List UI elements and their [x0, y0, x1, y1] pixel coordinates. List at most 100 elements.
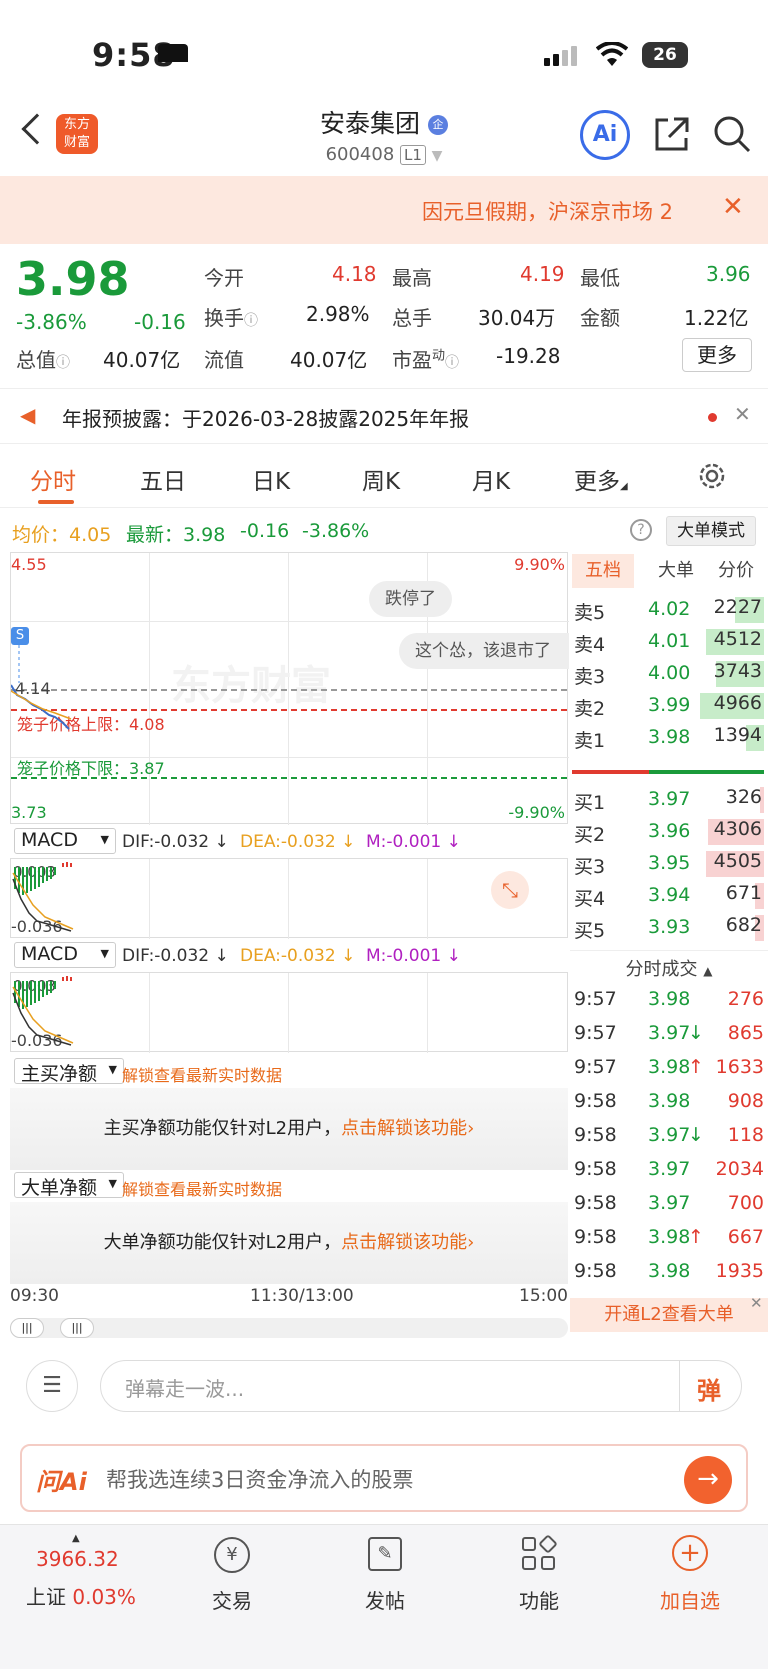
intraday-chart[interactable]: 东方财富 4.55 9.90% 3.73 -9.90% 4.14 笼子价格上限：… [10, 552, 569, 825]
index-value[interactable]: 3966.32 [36, 1547, 119, 1571]
announcement-bar[interactable]: ◀ 年报预披露：于2026-03-28披露2025年年报 ✕ [0, 388, 768, 444]
high-value: 4.19 [520, 262, 565, 286]
buy-price: 3.95 [648, 852, 691, 874]
index-name[interactable]: 上证 0.03% [26, 1581, 136, 1610]
trade-row: 9:57 3.97 ↓ 865 [570, 1018, 764, 1052]
trade-time: 9:58 [574, 1158, 617, 1180]
trade-price: 3.98 [648, 1090, 691, 1112]
nav-post[interactable]: 发帖 [335, 1585, 435, 1614]
danmu-bubble: 跌停了 [369, 581, 452, 617]
tab-more[interactable]: 更多◢ [574, 462, 628, 496]
fcap-value: 40.07亿 [290, 348, 368, 372]
y-bottom-label: 3.73 [11, 803, 47, 822]
buy-row[interactable]: 买3 3.95 4505 [570, 848, 764, 880]
nav-trade[interactable]: 交易 [182, 1585, 282, 1614]
add-icon: + [672, 1535, 708, 1571]
sell-level-label: 卖3 [574, 666, 606, 688]
side-tab-big[interactable]: 大单 [646, 554, 706, 588]
big-order-mode-button[interactable]: 大单模式 [666, 516, 756, 546]
pe-value: -19.28 [496, 344, 561, 368]
share-icon[interactable] [652, 114, 692, 154]
buy-volume: 682 [725, 914, 762, 936]
unlock-link[interactable]: 点击解锁该功能 [341, 1232, 467, 1253]
trade-price: 3.97 [648, 1022, 691, 1044]
more-button[interactable]: 更多 [682, 338, 752, 372]
indicator-select[interactable]: 大单净额 ▼ [14, 1172, 124, 1199]
nav-add-watchlist[interactable]: 加自选 [640, 1585, 740, 1614]
trade-row: 9:57 3.98 ↑ 1633 [570, 1052, 764, 1086]
nav-function[interactable]: 功能 [489, 1585, 589, 1614]
help-icon[interactable]: ? [630, 519, 652, 541]
sell-row[interactable]: 卖5 4.02 2227 [570, 594, 764, 626]
indicator-select[interactable]: MACD ▼ [14, 828, 116, 854]
close-icon[interactable]: ✕ [750, 1294, 763, 1312]
pct-line: -3.86% [302, 520, 370, 542]
sell-volume: 2227 [713, 596, 762, 618]
l2-banner[interactable]: 开通L2查看大单 [570, 1298, 768, 1332]
chart-scrollbar[interactable]: ||| ||| [10, 1318, 568, 1338]
tab-daily-k[interactable]: 日K [252, 462, 290, 496]
speaker-icon: ◀ [20, 403, 36, 427]
trade-direction: ↑ [688, 1226, 704, 1248]
unlock-hint[interactable]: 解锁查看最新实时数据 [122, 1176, 282, 1200]
buy-row[interactable]: 买4 3.94 671 [570, 880, 764, 912]
danmu-input[interactable]: 弹幕走一波... 弹 [100, 1360, 742, 1412]
battery-icon: 26 [642, 42, 688, 68]
unlock-hint[interactable]: 解锁查看最新实时数据 [122, 1062, 282, 1086]
tab-intraday[interactable]: 分时 [30, 462, 76, 496]
amt-value: 1.22亿 [684, 306, 749, 330]
sell-row[interactable]: 卖1 3.98 1394 [570, 722, 764, 754]
close-icon[interactable]: ✕ [722, 192, 744, 222]
danmu-placeholder: 弹幕走一波... [125, 1377, 245, 1401]
indicator-select[interactable]: 主买净额 ▼ [14, 1058, 124, 1085]
sell-row[interactable]: 卖2 3.99 4966 [570, 690, 764, 722]
trades-title[interactable]: 分时成交 ▲ [570, 950, 768, 981]
buy-row[interactable]: 买5 3.93 682 [570, 912, 764, 944]
y-top-pct: 9.90% [514, 555, 565, 574]
scroll-handle-left[interactable]: ||| [10, 1318, 44, 1338]
danmu-toggle-button[interactable]: 弹 [697, 1371, 721, 1406]
gear-icon[interactable] [696, 460, 728, 492]
ai-logo: 问Ai [36, 1468, 87, 1496]
x-label-open: 09:30 [10, 1286, 59, 1306]
side-tab-level5[interactable]: 五档 [572, 554, 634, 588]
arrow-right-icon[interactable]: → [684, 1456, 732, 1504]
unlock-link[interactable]: 点击解锁该功能 [341, 1118, 467, 1139]
tab-monthly-k[interactable]: 月K [472, 462, 510, 496]
chevron-right-icon: › [467, 1232, 475, 1253]
watermark: 东方财富 [171, 663, 331, 709]
open-label: 今开 [204, 266, 244, 290]
grid-line [427, 973, 428, 1053]
macd-chart[interactable]: 0.003 -0.036 ⤡ [10, 858, 568, 939]
post-icon: ✎ [368, 1537, 402, 1571]
buy-price: 3.96 [648, 820, 691, 842]
scroll-handle-right[interactable]: ||| [60, 1318, 94, 1338]
expand-icon[interactable]: ⤡ [491, 871, 529, 909]
sell-level-label: 卖4 [574, 634, 606, 656]
holiday-notice[interactable]: 因元旦假期，沪深京市场 2 ✕ [0, 176, 768, 244]
buy-row[interactable]: 买2 3.96 4306 [570, 816, 764, 848]
mcap-value: 40.07亿 [103, 348, 181, 372]
x-label-mid: 11:30/13:00 [250, 1286, 354, 1306]
chart-tabs: 分时 五日 日K 周K 月K 更多◢ [0, 448, 768, 508]
search-icon[interactable] [712, 114, 752, 154]
sell-row[interactable]: 卖4 4.01 4512 [570, 626, 764, 658]
main-buy-locked-panel: 主买净额功能仅针对L2用户，点击解锁该功能› [10, 1088, 568, 1170]
macd-histogram [12, 862, 74, 932]
trade-price: 3.98 [648, 988, 691, 1010]
tab-weekly-k[interactable]: 周K [362, 462, 400, 496]
sell-row[interactable]: 卖3 4.00 3743 [570, 658, 764, 690]
big-order-locked-panel: 大单净额功能仅针对L2用户，点击解锁该功能› [10, 1202, 568, 1284]
macd-chart[interactable]: 0.003 -0.036 [10, 972, 568, 1053]
close-icon[interactable]: ✕ [734, 402, 751, 426]
indicator-select[interactable]: MACD ▼ [14, 942, 116, 968]
buy-row[interactable]: 买1 3.97 326 [570, 784, 764, 816]
danmu-settings-icon[interactable]: ☰ [26, 1360, 78, 1412]
side-tab-price[interactable]: 分价 [706, 554, 766, 588]
ai-query-bar[interactable]: 问Ai 帮我选连续3日资金净流入的股票 → [20, 1444, 748, 1512]
ai-button[interactable]: Ai [580, 110, 630, 160]
trade-volume: 276 [727, 988, 764, 1010]
tab-5day[interactable]: 五日 [140, 462, 186, 496]
last-price-line: 最新：3.98 [126, 524, 226, 546]
grid-line [288, 859, 289, 939]
